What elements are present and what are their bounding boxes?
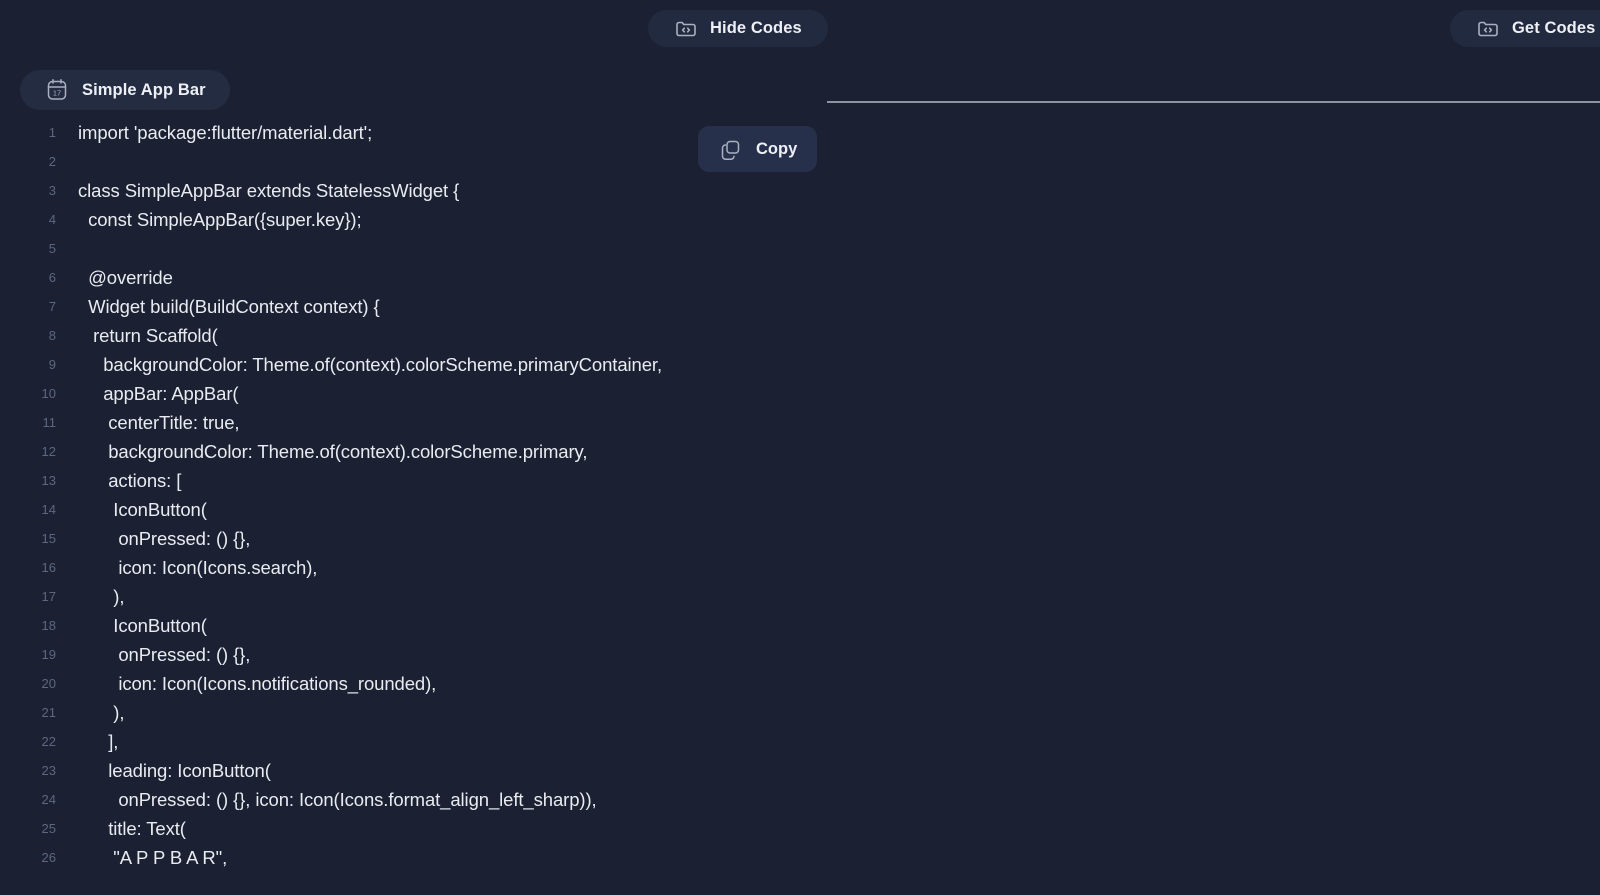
- folder-code-icon: [1476, 17, 1500, 41]
- line-code: icon: Icon(Icons.search),: [78, 557, 318, 578]
- code-line: 13 actions: [: [0, 466, 812, 495]
- line-number: 23: [41, 763, 56, 778]
- code-line: 17 ),: [0, 582, 812, 611]
- copy-label: Copy: [756, 139, 798, 158]
- code-line: 16 icon: Icon(Icons.search),: [0, 553, 812, 582]
- get-codes-button[interactable]: Get Codes: [1450, 10, 1600, 47]
- line-code: actions: [: [78, 470, 182, 491]
- line-number: 10: [41, 386, 56, 401]
- line-code: onPressed: () {},: [78, 644, 251, 665]
- copy-icon: [718, 137, 743, 162]
- hide-codes-label: Hide Codes: [710, 19, 802, 37]
- line-number: 14: [41, 502, 56, 517]
- line-number: 25: [41, 821, 56, 836]
- line-number: 13: [41, 473, 56, 488]
- line-code: ],: [78, 731, 119, 752]
- line-code: IconButton(: [78, 615, 207, 636]
- code-line: 2: [0, 147, 812, 176]
- copy-button[interactable]: Copy: [698, 126, 818, 172]
- line-code: backgroundColor: Theme.of(context).color…: [78, 441, 588, 462]
- line-number: 8: [48, 328, 56, 343]
- code-line: 11 centerTitle: true,: [0, 408, 812, 437]
- svg-text:17: 17: [53, 89, 61, 98]
- tab-simple-app-bar[interactable]: 17 Simple App Bar: [20, 70, 230, 110]
- line-number: 5: [48, 241, 56, 256]
- calendar-17-icon: 17: [44, 77, 70, 103]
- code-line: 1 import 'package:flutter/material.dart';: [0, 118, 812, 147]
- hide-codes-button[interactable]: Hide Codes: [648, 10, 828, 47]
- line-code: onPressed: () {},: [78, 528, 251, 549]
- code-line: 18 IconButton(: [0, 611, 812, 640]
- line-code: IconButton(: [78, 499, 207, 520]
- line-code: appBar: AppBar(: [78, 383, 239, 404]
- line-number: 18: [41, 618, 56, 633]
- line-code: icon: Icon(Icons.notifications_rounded),: [78, 673, 437, 694]
- line-number: 17: [41, 589, 56, 604]
- line-code: leading: IconButton(: [78, 760, 271, 781]
- line-number: 11: [42, 415, 57, 430]
- line-code: backgroundColor: Theme.of(context).color…: [78, 354, 662, 375]
- line-number: 21: [41, 705, 56, 720]
- code-line: 14 IconButton(: [0, 495, 812, 524]
- code-listing[interactable]: 1 import 'package:flutter/material.dart';…: [0, 118, 812, 895]
- line-code: return Scaffold(: [78, 325, 218, 346]
- code-line: 10 appBar: AppBar(: [0, 379, 812, 408]
- code-line: 7 Widget build(BuildContext context) {: [0, 292, 812, 321]
- line-code: title: Text(: [78, 818, 186, 839]
- code-line: 12 backgroundColor: Theme.of(context).co…: [0, 437, 812, 466]
- line-code: ),: [78, 586, 125, 607]
- line-number: 19: [41, 647, 56, 662]
- code-line: 15 onPressed: () {},: [0, 524, 812, 553]
- line-code: onPressed: () {}, icon: Icon(Icons.forma…: [78, 789, 597, 810]
- line-code: Widget build(BuildContext context) {: [78, 296, 380, 317]
- get-codes-label: Get Codes: [1512, 19, 1596, 37]
- line-code: "A P P B A R",: [78, 847, 228, 868]
- line-code: const SimpleAppBar({super.key});: [78, 209, 362, 230]
- line-number: 22: [41, 734, 56, 749]
- line-code: class SimpleAppBar extends StatelessWidg…: [78, 180, 460, 201]
- line-number: 9: [48, 357, 56, 372]
- line-number: 7: [48, 299, 56, 314]
- line-number: 16: [41, 560, 56, 575]
- line-number: 24: [41, 792, 56, 807]
- line-code: centerTitle: true,: [78, 412, 240, 433]
- right-panel-divider: [827, 101, 1600, 103]
- code-line: 22 ],: [0, 727, 812, 756]
- code-line: 19 onPressed: () {},: [0, 640, 812, 669]
- code-line: 6 @override: [0, 263, 812, 292]
- line-code: import 'package:flutter/material.dart';: [78, 122, 373, 143]
- line-number: 12: [41, 444, 56, 459]
- folder-code-icon: [674, 17, 698, 41]
- line-number: 6: [48, 270, 56, 285]
- code-line: 20 icon: Icon(Icons.notifications_rounde…: [0, 669, 812, 698]
- code-line: 24 onPressed: () {}, icon: Icon(Icons.fo…: [0, 785, 812, 814]
- line-number: 26: [41, 850, 56, 865]
- code-line: 5: [0, 234, 812, 263]
- code-line: 23 leading: IconButton(: [0, 756, 812, 785]
- code-line: 25 title: Text(: [0, 814, 812, 843]
- code-line: 3 class SimpleAppBar extends StatelessWid…: [0, 176, 812, 205]
- line-number: 1: [48, 125, 56, 140]
- line-number: 20: [41, 676, 56, 691]
- line-code: @override: [78, 267, 173, 288]
- line-number: 4: [48, 212, 56, 227]
- code-line: 26 "A P P B A R",: [0, 843, 812, 872]
- line-number: 3: [48, 183, 56, 198]
- line-number: 15: [41, 531, 56, 546]
- line-number: 2: [48, 154, 56, 169]
- tab-label: Simple App Bar: [82, 80, 206, 99]
- code-line: 8 return Scaffold(: [0, 321, 812, 350]
- line-code: ),: [78, 702, 125, 723]
- code-line: 4 const SimpleAppBar({super.key});: [0, 205, 812, 234]
- code-line: 9 backgroundColor: Theme.of(context).col…: [0, 350, 812, 379]
- code-line: 21 ),: [0, 698, 812, 727]
